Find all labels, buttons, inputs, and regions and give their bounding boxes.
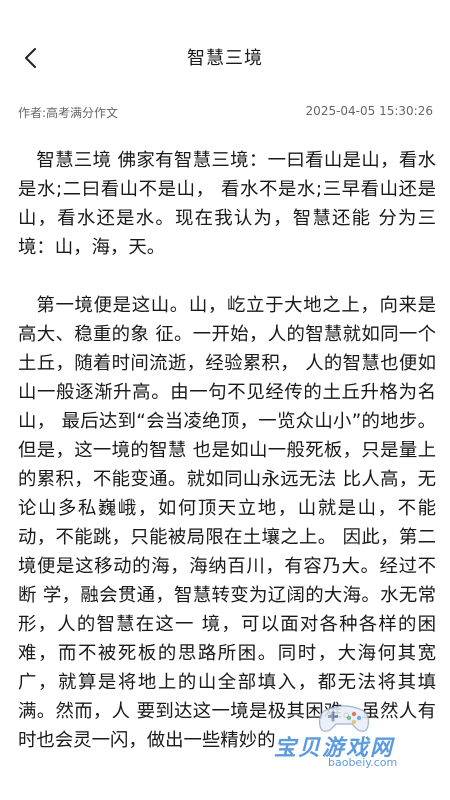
page-title: 智慧三境	[187, 48, 263, 69]
article-body: 智慧三境 佛家有智慧三境：一曰看山是山，看水是水;二曰看山不是山， 看水不是水;…	[18, 146, 436, 784]
top-nav-bar: 智慧三境 作者:高考满分作文 2025-04-05 15:30:26	[0, 0, 450, 121]
article-meta: 作者:高考满分作文 2025-04-05 15:30:26	[18, 104, 433, 121]
article-page: 智慧三境 作者:高考满分作文 2025-04-05 15:30:26 智慧三境 …	[0, 0, 450, 800]
article-paragraph: 智慧三境 佛家有智慧三境：一曰看山是山，看水是水;二曰看山不是山， 看水不是水;…	[18, 150, 436, 258]
author-label: 作者:高考满分作文	[18, 106, 119, 120]
publish-datetime: 2025-04-05 15:30:26	[305, 104, 433, 118]
article-paragraph: 第一境便是这山。山，屹立于大地之上，向来是高大、稳重的象 征。一开始，人的智慧就…	[18, 295, 436, 751]
